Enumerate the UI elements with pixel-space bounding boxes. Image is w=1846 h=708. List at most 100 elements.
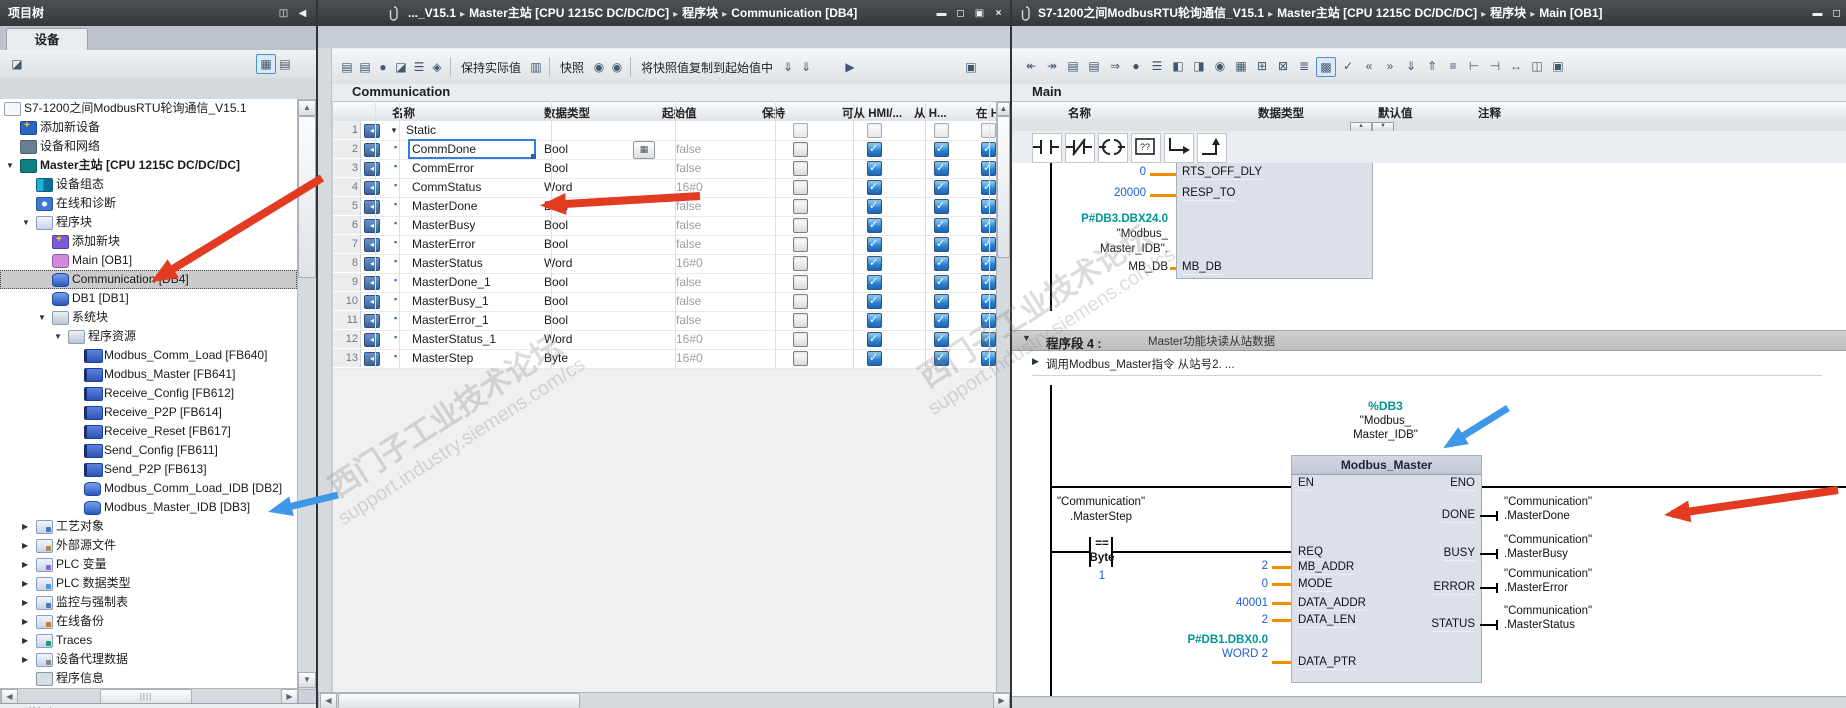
- tree-item[interactable]: DB1 [DB1]: [0, 289, 297, 308]
- output-operand[interactable]: "Communication": [1504, 534, 1592, 547]
- hmi-writable-checkbox[interactable]: [934, 142, 949, 157]
- hmi-writable-checkbox[interactable]: [934, 161, 949, 176]
- tree-item[interactable]: 添加新设备: [0, 118, 297, 137]
- close-branch-icon[interactable]: ⊠: [1274, 57, 1292, 75]
- maximize-icon[interactable]: ▣: [972, 6, 987, 21]
- var-name[interactable]: CommStatus: [410, 179, 534, 195]
- pointer-operand[interactable]: P#DB1.DBX0.0: [1158, 634, 1268, 647]
- expander-icon[interactable]: ▶: [22, 522, 34, 531]
- start-value[interactable]: false: [668, 236, 776, 252]
- tree-item[interactable]: Main [OB1]: [0, 251, 297, 270]
- reset-start-values-icon[interactable]: ●: [374, 58, 392, 76]
- more-commands-icon[interactable]: ▶: [841, 58, 859, 76]
- var-name[interactable]: MasterDone: [410, 198, 534, 214]
- breadcrumb-item[interactable]: Communication [DB4]: [731, 6, 857, 20]
- close-icon[interactable]: ×: [991, 6, 1006, 21]
- hmi-writable-checkbox[interactable]: [934, 332, 949, 347]
- network-view-icon[interactable]: ◨: [1190, 57, 1208, 75]
- table-row[interactable]: 3 ◂ ▪ CommError Bool false: [333, 159, 996, 179]
- hmi-writable-checkbox[interactable]: [934, 256, 949, 271]
- hmi-accessible-checkbox[interactable]: [867, 180, 882, 195]
- undo-icon[interactable]: «: [1360, 57, 1378, 75]
- col-hmi-writable[interactable]: 从 H...: [914, 105, 947, 121]
- comment-icon[interactable]: ◉: [1211, 57, 1229, 75]
- breadcrumb-item[interactable]: S7-1200之间ModbusRTU轮询通信_V15.1: [1038, 6, 1264, 20]
- start-value[interactable]: false: [668, 312, 776, 328]
- retain-checkbox[interactable]: [793, 256, 808, 271]
- table-row[interactable]: 7 ◂ ▪ MasterError Bool false: [333, 235, 996, 255]
- favorites-icon[interactable]: ▩: [1316, 57, 1336, 77]
- table-row[interactable]: 13 ◂ ▪ MasterStep Byte 16#0: [333, 349, 996, 369]
- network4-comment[interactable]: ▶ 调用Modbus_Master指令 从站号2. ...: [1032, 351, 1822, 376]
- copy-all-values-icon[interactable]: ⇓: [797, 58, 815, 76]
- retain-checkbox[interactable]: [793, 294, 808, 309]
- table-row[interactable]: 9 ◂ ▪ MasterDone_1 Bool false: [333, 273, 996, 293]
- open-contact-icon[interactable]: [1032, 133, 1062, 163]
- table-row[interactable]: 8 ◂ ▪ MasterStatus Word 16#0: [333, 254, 996, 274]
- minimize-icon[interactable]: ▬: [934, 6, 949, 21]
- output-operand[interactable]: "Communication": [1504, 496, 1592, 509]
- scroll-left-button[interactable]: ◀: [320, 693, 337, 708]
- var-name[interactable]: MasterBusy: [410, 217, 534, 233]
- consistency-check-icon[interactable]: ✓: [1339, 57, 1357, 75]
- form-view-icon[interactable]: ▣: [962, 58, 980, 76]
- hmi-accessible-checkbox[interactable]: [867, 351, 882, 366]
- tree-item[interactable]: ▶ 外部源文件: [0, 536, 297, 555]
- left-rail-icon[interactable]: ⊢: [1465, 57, 1483, 75]
- tree-item[interactable]: 设备和网络: [0, 137, 297, 156]
- table-row[interactable]: 2 ◂ ▪ CommDone Bool ▦ false: [333, 139, 996, 160]
- retain-checkbox[interactable]: [793, 161, 808, 176]
- table-row[interactable]: 10 ◂ ▪ MasterBusy_1 Bool false: [333, 292, 996, 312]
- retain-checkbox[interactable]: [793, 313, 808, 328]
- tree-item[interactable]: ▶ PLC 数据类型: [0, 574, 297, 593]
- keep-actual-values-button[interactable]: 保持实际值: [461, 59, 521, 76]
- table-row[interactable]: 6 ◂ ▪ MasterBusy Bool false: [333, 216, 996, 236]
- hmi-accessible-checkbox[interactable]: [867, 313, 882, 328]
- start-value[interactable]: 16#0: [668, 179, 776, 195]
- hmi-accessible-checkbox[interactable]: [867, 237, 882, 252]
- open-branch-icon[interactable]: [1164, 133, 1194, 163]
- var-name[interactable]: MasterError_1: [410, 312, 534, 328]
- download-icon[interactable]: ⇓: [1402, 57, 1420, 75]
- tree-item[interactable]: Receive_Config [FB612]: [0, 384, 297, 403]
- hmi-accessible-checkbox[interactable]: [867, 275, 882, 290]
- output-operand[interactable]: "Communication": [1504, 605, 1592, 618]
- tree-vscroll-thumb[interactable]: [298, 116, 316, 278]
- minimize-icon[interactable]: ▬: [1810, 6, 1825, 21]
- breadcrumb-item[interactable]: Master主站 [CPU 1215C DC/DC/DC]: [469, 6, 669, 20]
- tree-item[interactable]: Modbus_Master [FB641]: [0, 365, 297, 384]
- snapshot-camera-icon[interactable]: ◉: [590, 58, 608, 76]
- coil-icon[interactable]: [1098, 133, 1128, 163]
- constant-value[interactable]: 20000: [1086, 187, 1146, 200]
- compare-value[interactable]: 1: [1079, 570, 1125, 583]
- breadcrumb-item[interactable]: Main [OB1]: [1539, 6, 1602, 20]
- pointer-operand[interactable]: P#DB3.DBX24.0: [1012, 213, 1168, 226]
- var-name[interactable]: MasterStep: [410, 350, 534, 366]
- col-name[interactable]: 名称: [392, 105, 415, 121]
- tree-item[interactable]: ▶ PLC 变量: [0, 555, 297, 574]
- tree-item[interactable]: 设备组态: [0, 175, 297, 194]
- col-name[interactable]: 名称: [1068, 105, 1091, 121]
- retain-checkbox[interactable]: [793, 142, 808, 157]
- open-branch-icon[interactable]: ⊞: [1253, 57, 1271, 75]
- db-hscroll-thumb[interactable]: [338, 693, 580, 708]
- collapse-networks-icon[interactable]: ◧: [1169, 57, 1187, 75]
- breadcrumb-item[interactable]: 程序块: [682, 6, 718, 20]
- float-icon[interactable]: ◻: [1829, 6, 1844, 21]
- tree-item[interactable]: Communication [DB4]: [0, 270, 297, 289]
- retain-checkbox[interactable]: [793, 180, 808, 195]
- compare-operator[interactable]: ==: [1079, 538, 1125, 551]
- hmi-accessible-checkbox[interactable]: [867, 161, 882, 176]
- hmi-accessible-checkbox[interactable]: [867, 123, 882, 138]
- network4-title[interactable]: Master功能块读从站数据: [1148, 333, 1275, 349]
- breadcrumb-item[interactable]: Master主站 [CPU 1215C DC/DC/DC]: [1277, 6, 1477, 20]
- tree-item[interactable]: ▶ 工艺对象: [0, 517, 297, 536]
- constant-value[interactable]: 40001: [1188, 597, 1268, 610]
- scroll-right-button[interactable]: ▶: [993, 693, 1010, 708]
- expander-icon[interactable]: ▶: [22, 655, 34, 664]
- var-name[interactable]: MasterError: [410, 236, 534, 252]
- table-row[interactable]: 4 ◂ ▪ CommStatus Word 16#0: [333, 178, 996, 198]
- pointer-operand[interactable]: MB_DB: [1012, 261, 1168, 274]
- col-hmi-accessible[interactable]: 可从 HMI/...: [842, 105, 902, 121]
- db-vscroll-thumb[interactable]: [997, 116, 1010, 258]
